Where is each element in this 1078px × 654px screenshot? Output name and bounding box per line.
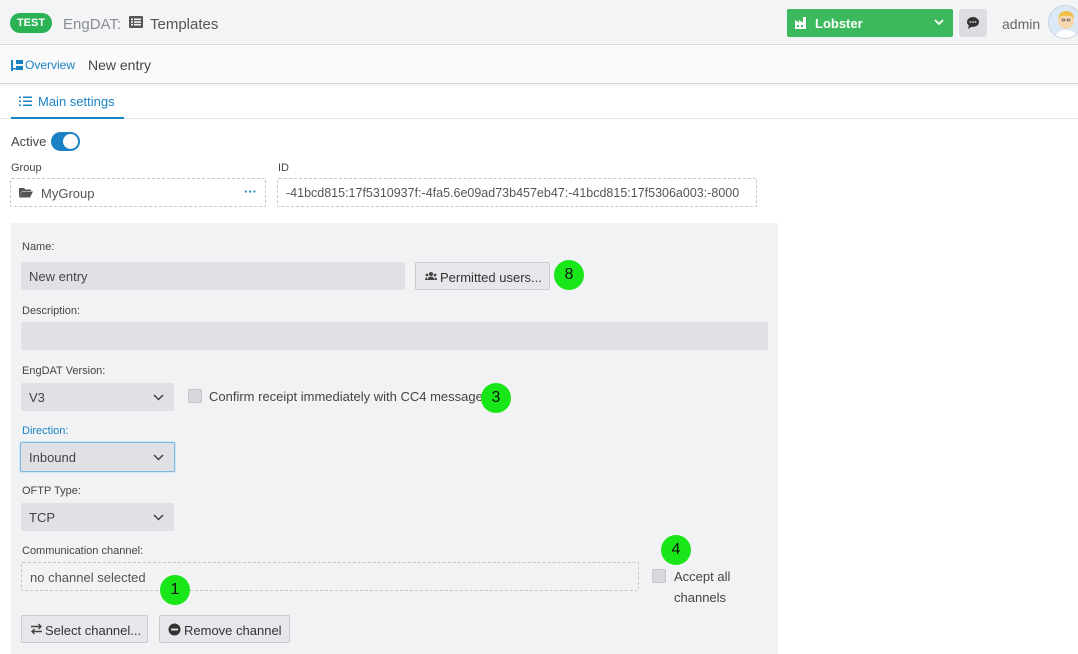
description-label: Description:: [22, 305, 81, 317]
chevron-down-icon: [934, 19, 944, 26]
chevron-down-icon: [153, 394, 164, 401]
list-icon: [19, 96, 32, 106]
id-value: -41bcd815:17f5310937f:-4fa5.6e09ad73b457…: [286, 186, 740, 200]
group-label: Group: [11, 162, 42, 174]
accept-all-label-line1: Accept all: [674, 569, 731, 584]
environment-badge: TEST: [10, 13, 52, 33]
page-title: Templates: [150, 16, 219, 33]
confirm-receipt-checkbox[interactable]: [188, 389, 202, 403]
name-label: Name:: [22, 241, 55, 253]
accept-all-channels-checkbox[interactable]: [652, 569, 666, 583]
id-field: -41bcd815:17f5310937f:-4fa5.6e09ad73b457…: [277, 178, 757, 207]
version-select[interactable]: V3: [21, 383, 174, 411]
annotation-marker-4: 4: [661, 535, 691, 565]
company-selector[interactable]: Lobster: [787, 9, 953, 37]
exchange-icon: [31, 623, 42, 635]
breadcrumb-overview[interactable]: Overview: [11, 58, 75, 72]
oftp-type-select[interactable]: TCP: [21, 503, 174, 531]
annotation-marker-8: 8: [554, 260, 584, 290]
user-name[interactable]: admin: [1002, 16, 1040, 32]
tab-main-settings[interactable]: Main settings: [11, 85, 124, 119]
direction-value: Inbound: [29, 450, 76, 465]
oftp-type-value: TCP: [29, 510, 55, 525]
list-icon: [129, 16, 143, 28]
users-icon: [425, 272, 437, 280]
tab-bar: Main settings: [0, 85, 1078, 119]
select-channel-label: Select channel...: [45, 623, 142, 638]
channel-value: no channel selected: [30, 570, 146, 585]
more-icon[interactable]: ···: [244, 184, 257, 199]
channel-label: Communication channel:: [22, 545, 144, 557]
active-toggle[interactable]: [51, 132, 80, 151]
accept-all-label-line2: channels: [674, 590, 727, 605]
permitted-users-label: Permitted users...: [440, 270, 542, 285]
active-label: Active: [11, 134, 47, 149]
name-input[interactable]: New entry: [21, 262, 405, 290]
breadcrumb-current: New entry: [88, 57, 152, 73]
confirm-receipt-label: Confirm receipt immediately with CC4 mes…: [209, 389, 483, 404]
direction-label: Direction:: [22, 425, 69, 437]
chat-button[interactable]: [959, 9, 987, 37]
breadcrumb: Overview New entry: [0, 46, 1078, 84]
top-bar: TEST EngDAT: Templates Lobster admin: [0, 0, 1078, 45]
direction-select[interactable]: Inbound: [20, 442, 175, 472]
chat-icon: [967, 17, 979, 29]
channel-field: no channel selected: [21, 562, 639, 591]
id-label: ID: [278, 162, 289, 174]
tree-icon: [11, 60, 23, 71]
factory-icon: [795, 17, 806, 29]
version-label: EngDAT Version:: [22, 365, 106, 377]
select-channel-button[interactable]: Select channel...: [21, 615, 148, 643]
folder-open-icon: [19, 188, 33, 198]
description-input[interactable]: [21, 322, 768, 350]
chevron-down-icon: [153, 454, 164, 461]
group-value: MyGroup: [41, 186, 95, 201]
oftp-type-label: OFTP Type:: [22, 485, 81, 497]
breadcrumb-overview-label: Overview: [25, 58, 76, 72]
annotation-marker-1: 1: [160, 575, 190, 605]
company-name: Lobster: [815, 16, 863, 31]
app-name: EngDAT:: [63, 16, 122, 33]
remove-channel-button[interactable]: Remove channel: [159, 615, 290, 643]
permitted-users-button[interactable]: Permitted users...: [415, 262, 550, 290]
avatar[interactable]: [1048, 5, 1078, 39]
chevron-down-icon: [153, 514, 164, 521]
annotation-marker-3: 3: [481, 383, 511, 413]
minus-circle-icon: [168, 623, 181, 636]
version-value: V3: [29, 390, 45, 405]
remove-channel-label: Remove channel: [184, 623, 282, 638]
name-value: New entry: [29, 269, 88, 284]
avatar-image: [1054, 11, 1078, 38]
tab-label: Main settings: [38, 94, 115, 109]
group-field[interactable]: MyGroup ···: [10, 178, 266, 207]
